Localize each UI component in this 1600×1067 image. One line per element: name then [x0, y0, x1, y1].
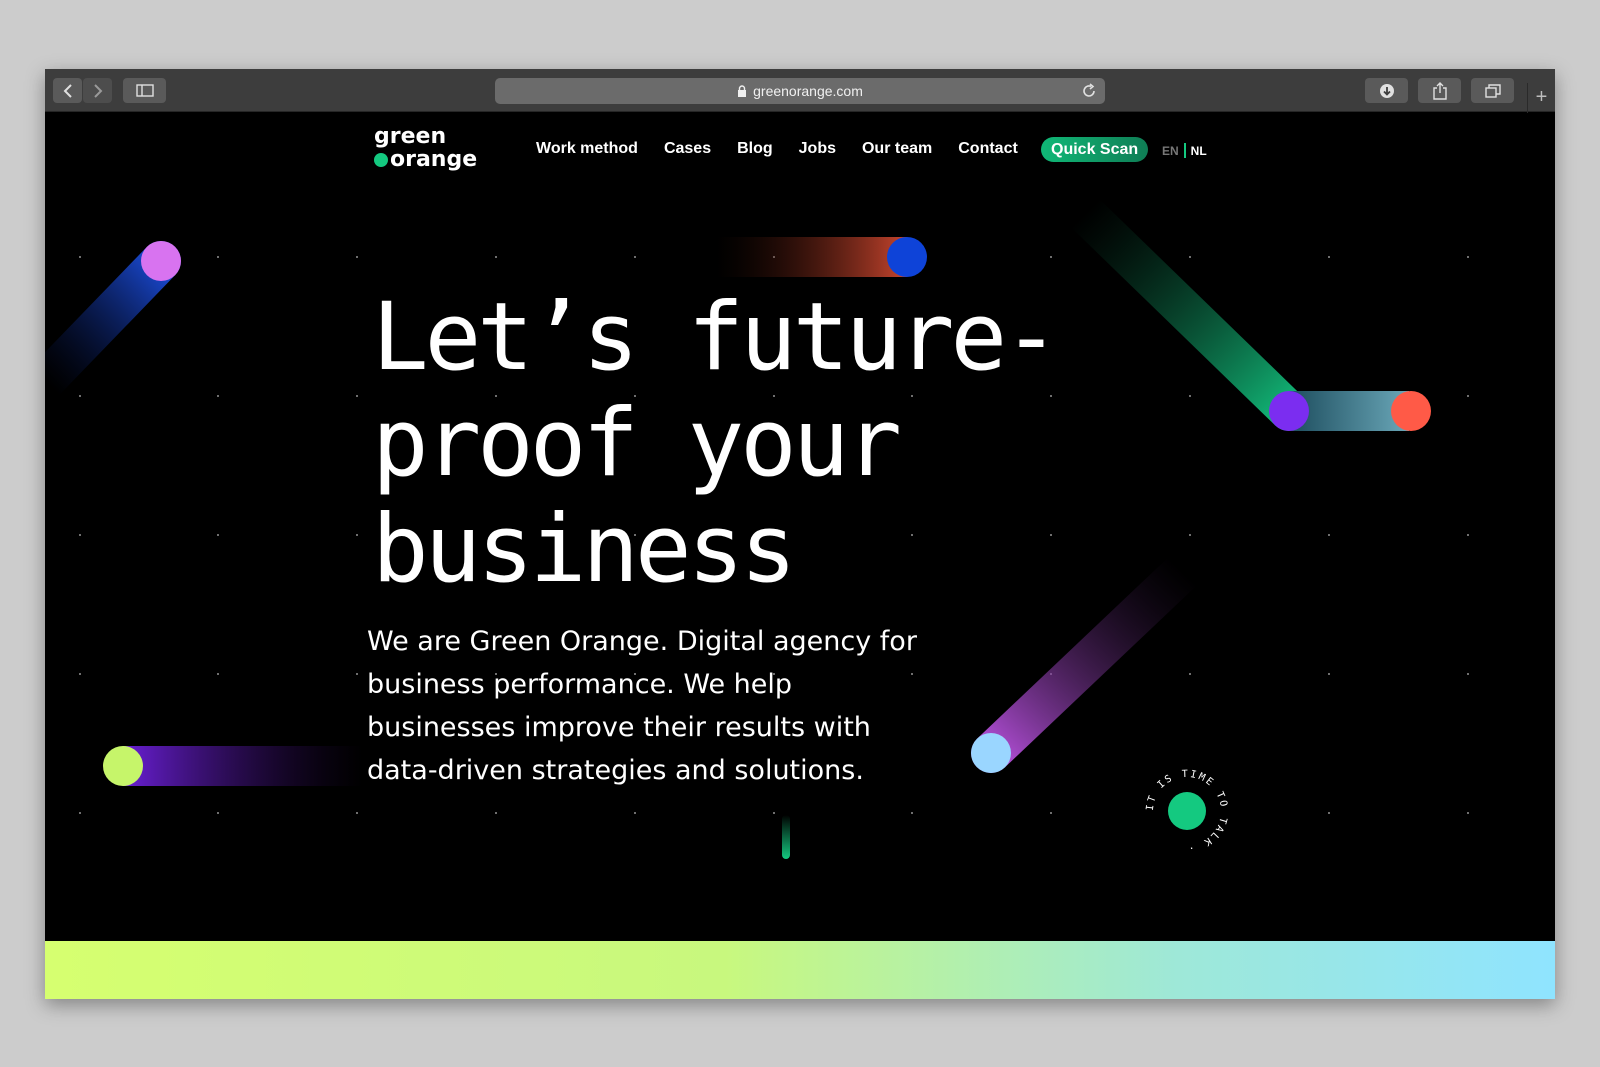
pink-orb — [141, 241, 181, 281]
quick-scan-button[interactable]: Quick Scan — [1041, 137, 1149, 162]
nav-blog[interactable]: Blog — [737, 140, 773, 158]
browser-window: greenorange.com + green orange Work meth… — [45, 69, 1555, 999]
main-nav: Work method Cases Blog Jobs Our team Con… — [536, 140, 1044, 158]
intro-paragraph: We are Green Orange. Digital agency for … — [367, 626, 917, 786]
lime-orb — [103, 746, 143, 786]
cyan-orb — [971, 733, 1011, 773]
website-page: green orange Work method Cases Blog Jobs… — [45, 113, 1555, 999]
lock-icon — [738, 85, 747, 97]
lang-divider — [1183, 143, 1186, 158]
purple-orb — [1269, 391, 1309, 431]
nav-cases[interactable]: Cases — [664, 140, 711, 158]
red-orb — [1391, 391, 1431, 431]
scroll-indicator — [782, 815, 790, 859]
sidebar-button[interactable] — [123, 78, 166, 103]
new-tab-button[interactable]: + — [1527, 83, 1555, 113]
lang-nl[interactable]: NL — [1191, 144, 1207, 158]
address-bar[interactable]: greenorange.com — [495, 78, 1105, 104]
nav-work-method[interactable]: Work method — [536, 140, 638, 158]
nav-contact[interactable]: Contact — [958, 140, 1018, 158]
logo-line-1: green — [374, 124, 447, 149]
tabs-button[interactable] — [1471, 78, 1514, 103]
hero-line-2: proof your — [372, 389, 902, 498]
talk-stamp[interactable]: IT IS TIME TO TALK · — [1137, 761, 1237, 861]
logo-line-2: orange — [390, 147, 478, 172]
download-icon — [1379, 83, 1394, 98]
chevron-right-icon — [93, 83, 102, 98]
nav-our-team[interactable]: Our team — [862, 140, 932, 158]
gradient-footer-bar — [45, 941, 1555, 999]
forward-button[interactable] — [83, 78, 112, 103]
logo-dot — [374, 152, 388, 167]
browser-toolbar: greenorange.com + — [45, 69, 1555, 113]
reload-icon[interactable] — [1081, 83, 1097, 99]
lang-en[interactable]: EN — [1162, 144, 1179, 158]
plus-icon: + — [1535, 86, 1548, 108]
tabs-icon — [1484, 83, 1501, 98]
share-button[interactable] — [1418, 78, 1461, 103]
blue-orb — [887, 237, 927, 277]
hero-heading: Let’s future- proof your business — [372, 283, 1060, 604]
stamp-dot — [1168, 792, 1206, 830]
language-switch: EN NL — [1162, 143, 1207, 158]
nav-jobs[interactable]: Jobs — [799, 140, 836, 158]
chevron-left-icon — [63, 83, 72, 98]
sidebar-icon — [135, 84, 154, 97]
logo[interactable]: green orange — [374, 125, 477, 171]
download-button[interactable] — [1365, 78, 1408, 103]
hero-line-3: business — [372, 495, 797, 604]
hero-line-1: Let’s future- — [372, 283, 1060, 392]
share-icon — [1432, 81, 1447, 100]
url-text: greenorange.com — [753, 83, 863, 99]
back-button[interactable] — [53, 78, 82, 103]
